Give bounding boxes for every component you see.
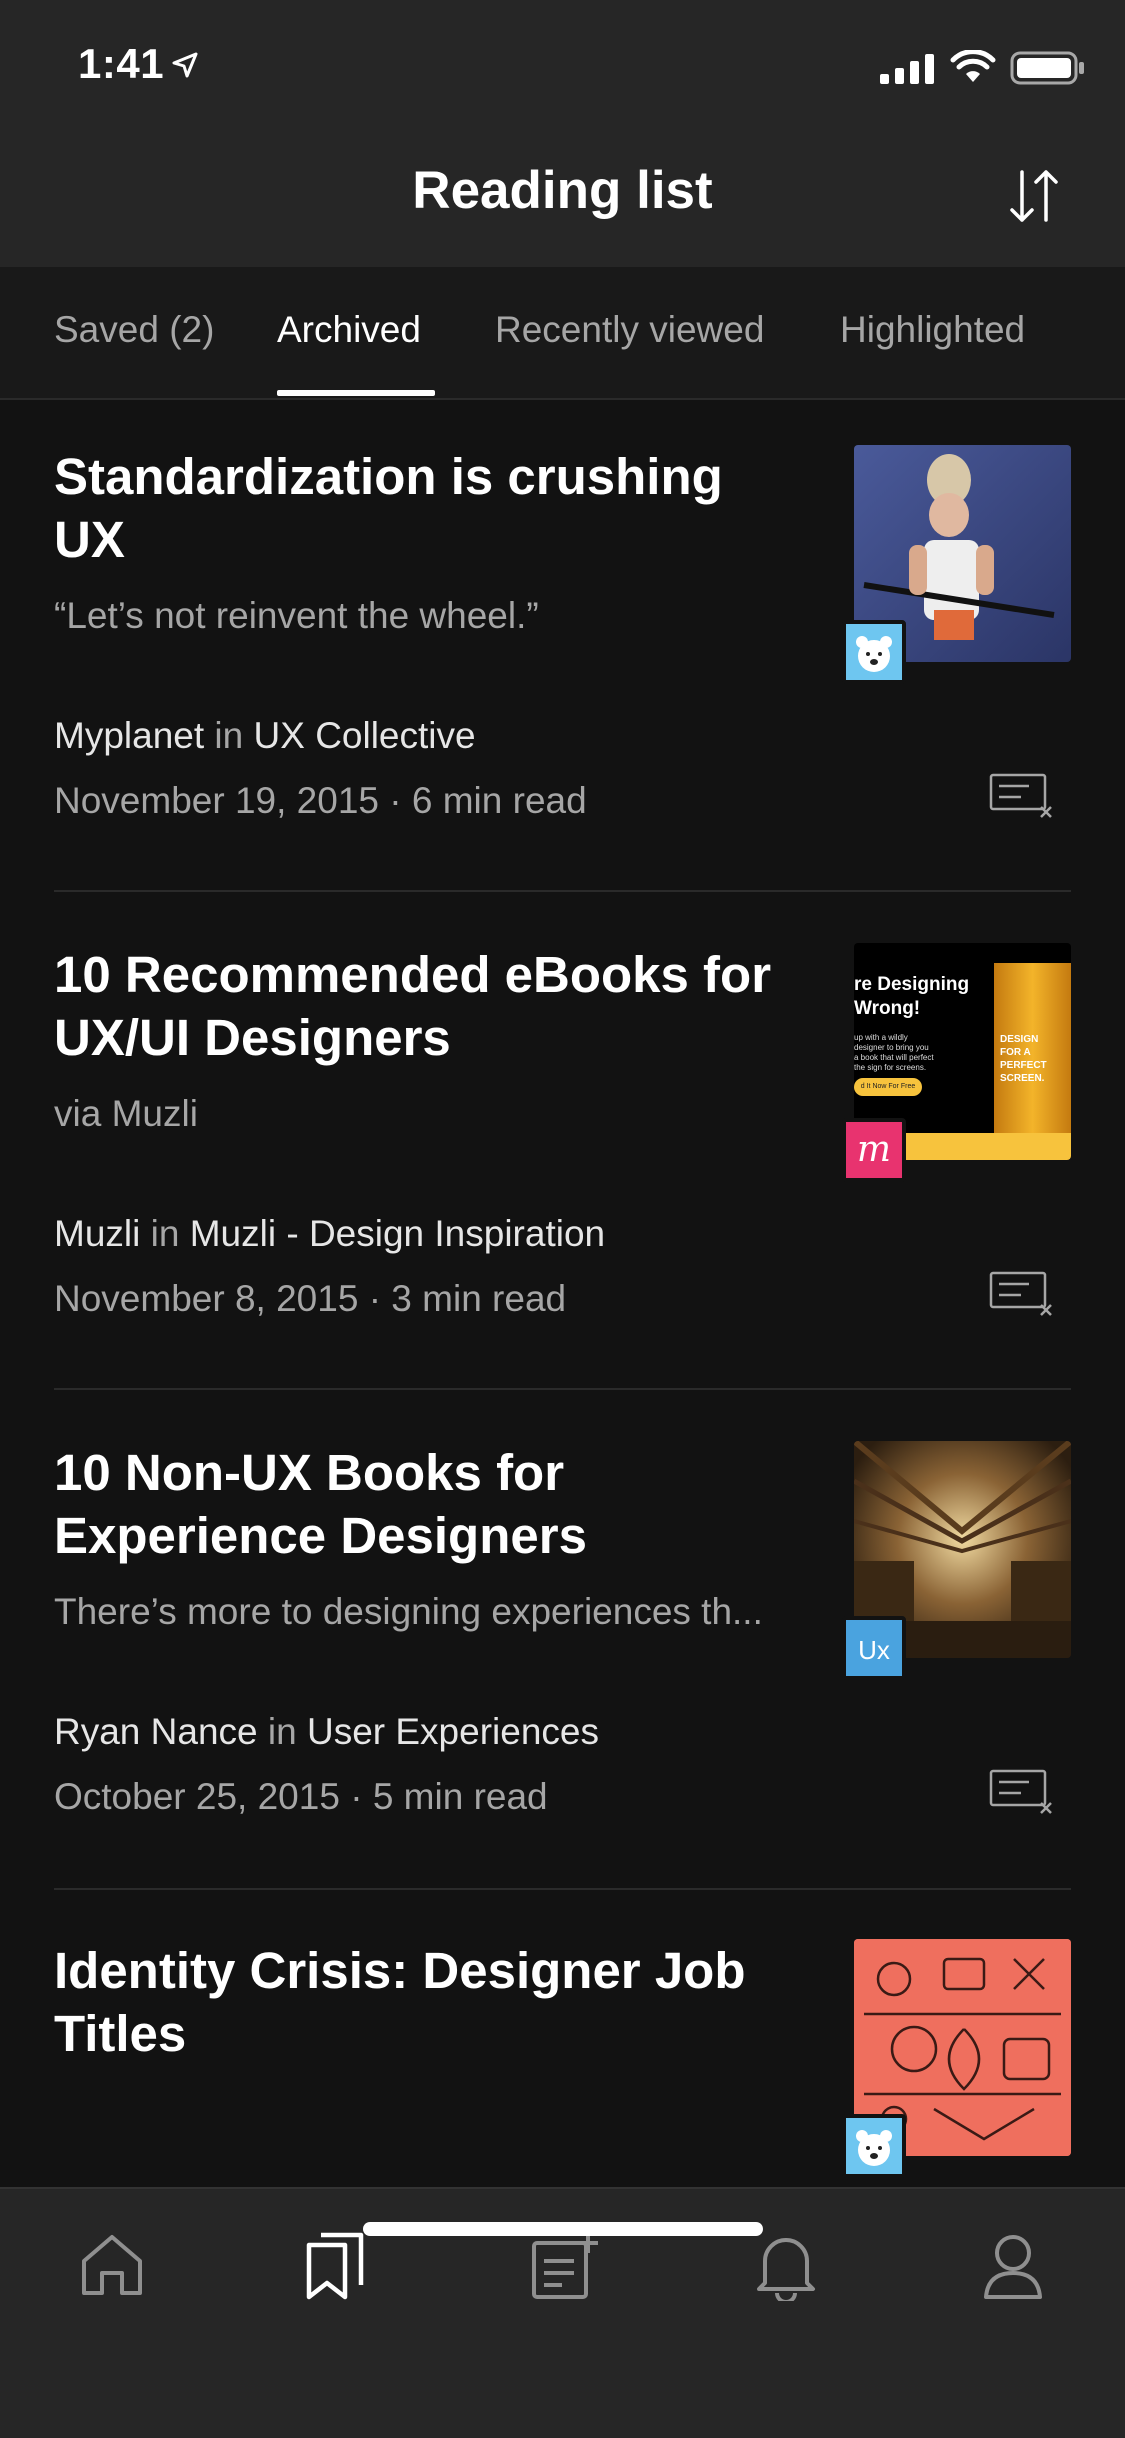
meta-separator: ·: [368, 1278, 382, 1319]
article-title[interactable]: Standardization is crushing UX: [54, 445, 794, 571]
read-time: 5 min read: [372, 1776, 548, 1817]
meta-separator: ·: [350, 1776, 363, 1817]
publication-name[interactable]: UX Collective: [254, 715, 476, 756]
article-subtitle: via Muzli: [54, 1093, 198, 1134]
book-shadow: [894, 1133, 1071, 1160]
book-cover-text: DESIGN FOR A PERFECT SCREEN.: [1000, 1034, 1047, 1084]
article-meta: November 19, 2015 · 6 min read: [54, 780, 587, 822]
top-bar: 1:41 Reading list: [0, 0, 1125, 267]
article-author-line: Ryan Nance in User Experiences: [54, 1711, 599, 1753]
tab-highlighted[interactable]: Highlighted: [840, 309, 1025, 351]
author-name[interactable]: Ryan Nance: [54, 1711, 258, 1752]
read-time: 6 min read: [411, 780, 587, 821]
article-card[interactable]: Standardization is crushing UX “Let’s no…: [54, 445, 1071, 885]
article-divider: [54, 890, 1071, 892]
article-card[interactable]: 10 Non-UX Books for Experience Designers…: [54, 1441, 1071, 1881]
meta-separator: ·: [389, 780, 402, 821]
unarchive-icon[interactable]: [989, 1769, 1055, 1815]
article-meta: October 25, 2015 · 5 min read: [54, 1776, 548, 1818]
wifi-icon: [950, 50, 996, 82]
tab-archived[interactable]: Archived: [277, 309, 421, 351]
home-icon[interactable]: [78, 2231, 146, 2297]
polar-bear-icon: [846, 2118, 902, 2174]
tab-saved[interactable]: Saved (2): [54, 309, 214, 351]
article-divider: [54, 1888, 1071, 1890]
publication-badge: [842, 620, 906, 684]
article-title[interactable]: 10 Recommended eBooks for UX/UI Designer…: [54, 943, 794, 1069]
author-name[interactable]: Muzli: [54, 1213, 140, 1254]
muzli-logo-icon: m: [856, 1129, 892, 1170]
article-author-line: Muzli in Muzli - Design Inspiration: [54, 1213, 605, 1255]
publication-badge: [842, 2114, 906, 2178]
publication-name[interactable]: Muzli - Design Inspiration: [190, 1213, 605, 1254]
ux-logo-icon: Ux: [858, 1635, 890, 1665]
in-label: in: [150, 1213, 180, 1254]
read-time: 3 min read: [391, 1278, 567, 1319]
publication-name[interactable]: User Experiences: [307, 1711, 599, 1752]
in-label: in: [267, 1711, 297, 1752]
article-subtitle: There’s more to designing experiences th…: [54, 1591, 763, 1632]
article-date: November 8, 2015: [54, 1278, 359, 1319]
thumbnail-button: d It Now For Free: [854, 1078, 922, 1096]
tab-bar: Saved (2) Archived Recently viewed Highl…: [0, 267, 1125, 400]
polar-bear-icon: [846, 624, 902, 680]
article-meta: November 8, 2015 · 3 min read: [54, 1278, 566, 1320]
article-subtitle: “Let’s not reinvent the wheel.”: [54, 595, 539, 636]
page-title: Reading list: [412, 161, 713, 220]
in-label: in: [214, 715, 244, 756]
battery-icon: [1010, 51, 1084, 85]
thumbnail-headline: re Designing Wrong!: [854, 974, 970, 1019]
article-card[interactable]: 10 Recommended eBooks for UX/UI Designer…: [54, 943, 1071, 1383]
publication-badge: Ux: [842, 1616, 906, 1680]
active-tab-indicator: [277, 390, 435, 396]
author-name[interactable]: Myplanet: [54, 715, 204, 756]
status-bar: 1:41: [0, 0, 1125, 130]
new-story-icon[interactable]: [530, 2231, 600, 2301]
home-indicator[interactable]: [363, 2222, 763, 2236]
article-author-line: Myplanet in UX Collective: [54, 715, 476, 757]
thumbnail-body: up with a wildly designer to bring you a…: [854, 1033, 934, 1072]
article-card[interactable]: Identity Crisis: Designer Job Titles: [54, 1939, 1071, 2179]
tab-recently-viewed[interactable]: Recently viewed: [495, 309, 764, 351]
sort-icon[interactable]: [1008, 168, 1060, 224]
article-date: November 19, 2015: [54, 780, 379, 821]
location-arrow-icon: [172, 52, 198, 78]
article-date: October 25, 2015: [54, 1776, 340, 1817]
article-divider: [54, 1388, 1071, 1390]
bell-icon[interactable]: [755, 2231, 817, 2301]
book-cover: DESIGN FOR A PERFECT SCREEN.: [994, 963, 1071, 1133]
profile-icon[interactable]: [982, 2231, 1044, 2301]
unarchive-icon[interactable]: [989, 773, 1055, 819]
unarchive-icon[interactable]: [989, 1271, 1055, 1317]
cellular-signal-icon: [880, 54, 934, 84]
article-title[interactable]: 10 Non-UX Books for Experience Designers: [54, 1441, 794, 1567]
bookmarks-icon[interactable]: [305, 2231, 367, 2301]
article-title[interactable]: Identity Crisis: Designer Job Titles: [54, 1939, 794, 2065]
publication-badge: m: [842, 1118, 906, 1182]
status-time: 1:41: [78, 40, 165, 87]
